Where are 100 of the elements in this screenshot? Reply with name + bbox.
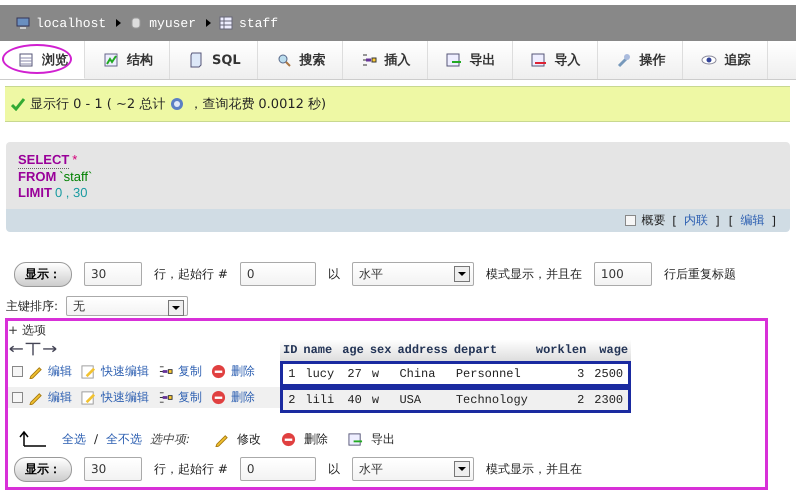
pencil-icon [28,390,43,405]
table-cell: Technology [450,387,533,413]
checkmark-icon [11,97,25,111]
table-cell: Personnel [450,361,533,387]
display-label: 模式显示，并且在 [486,460,582,478]
highlight-ellipse [2,44,72,74]
table-cell: lili [300,387,340,413]
bulk-action-button[interactable]: 修改 [237,430,262,448]
sql-keyword: SELECT [18,152,70,169]
table-cell: lucy [300,361,340,387]
column-header[interactable]: wage [589,339,632,361]
table-cell: w [366,361,394,387]
start-row-input[interactable]: 0 [240,262,316,286]
tab[interactable]: 操作 [598,41,683,79]
insert-icon [360,52,377,68]
column-header[interactable]: name [300,339,340,361]
rows-label: 行，起始行 # [154,266,228,282]
table-icon [18,52,34,68]
pencil-icon [28,364,43,379]
column-header[interactable]: ID [280,339,300,361]
row-action-link[interactable]: 删除 [231,389,255,406]
table-cell: 2 [532,387,590,413]
row-action-link[interactable]: 快速编辑 [101,389,149,406]
tab[interactable]: 浏览 [0,41,85,79]
sort-dropdown[interactable]: 无 [66,296,188,316]
import-icon [530,52,547,68]
sql-keyword: FROM [18,169,56,185]
column-header[interactable]: depart [450,339,533,361]
tab[interactable]: 追踪 [682,41,768,79]
table-cell: China [394,361,451,387]
start-row-input[interactable]: 0 [240,457,316,481]
rows-label: 行，起始行 # [154,460,228,478]
message-text: 显示行 0 - 1 ( ~2 总计 [30,96,166,113]
bulk-action-button[interactable]: 删除 [304,430,328,448]
rows-input[interactable]: 30 [84,457,142,481]
mode-label: 以 [328,460,340,478]
row-action-link[interactable]: 复制 [178,389,202,406]
tab[interactable]: 插入 [342,41,428,79]
delete-icon [211,390,226,405]
show-button[interactable]: 显示： [14,262,72,286]
bracket: [ [672,214,677,228]
with-selected-label: 选中项: [150,430,190,448]
checkbox-label: 概要 [641,212,666,229]
note-pencil-icon [81,364,96,379]
mode-label: 以 [328,266,340,282]
uncheck-all-link[interactable]: 全不选 [106,430,142,448]
wrench-icon [616,52,632,68]
table-icon [219,16,234,30]
table-cell: w [366,387,394,413]
link[interactable]: 内联 [684,212,708,229]
help-icon[interactable] [170,97,184,111]
note-pencil-icon [81,390,96,405]
insert-icon [158,364,173,379]
column-header[interactable]: sex [366,339,394,361]
mode-dropdown[interactable]: 水平 [352,262,474,286]
arrow-up-icon [18,430,48,448]
tab[interactable]: SQL [170,41,258,79]
mode-dropdown[interactable]: 水平 [352,457,474,481]
table-cell: 2 [280,387,300,413]
table-cell: 3 [532,361,590,387]
row-action-link[interactable]: 快速编辑 [101,363,149,380]
row-action-link[interactable]: 删除 [231,363,255,380]
insert-icon [158,390,173,405]
row-action-link[interactable]: 编辑 [48,389,72,406]
sql-argument: 0 , 30 [54,185,88,201]
check-all-link[interactable]: 全选 [62,430,86,448]
table-cell: 2300 [589,387,632,413]
repeat-input[interactable]: 100 [594,262,652,286]
breadcrumb-link[interactable]: staff [239,16,278,30]
row-checkbox[interactable] [12,366,23,377]
breadcrumb-link[interactable]: myuser [149,16,196,30]
bulk-action-button[interactable]: 导出 [371,430,396,448]
sql-argument: `staff` [59,169,92,185]
row-checkbox[interactable] [12,392,23,403]
sql-argument: * [72,152,78,169]
column-header[interactable]: age [339,339,367,361]
link[interactable]: 编辑 [740,212,764,229]
table-cell: USA [394,387,451,413]
tab[interactable]: 搜索 [258,41,343,79]
tab[interactable]: 导入 [512,41,598,79]
tab[interactable]: 导出 [428,41,513,79]
tab[interactable]: 结构 [85,41,170,79]
separator-text: / [94,432,98,446]
database-icon [129,16,144,30]
separator-arrow-icon [116,19,122,27]
breadcrumb-link[interactable]: localhost [36,16,106,30]
sql-keyword: LIMIT [18,185,52,201]
rows-input[interactable]: 30 [84,262,142,286]
row-action-link[interactable]: 复制 [178,363,202,380]
row-action-link[interactable]: 编辑 [48,363,72,380]
table-cell: 27 [339,361,367,387]
column-header[interactable]: address [394,339,451,361]
checkbox[interactable] [625,215,636,226]
delete-icon [281,432,296,446]
column-header[interactable]: worklen [532,339,590,361]
column-arrows-icon[interactable] [9,340,57,356]
options-toggle[interactable]: + 选项 [8,322,765,339]
show-button[interactable]: 显示： [14,456,72,482]
table-cell: 2500 [589,361,632,387]
monitor-icon [16,16,30,30]
